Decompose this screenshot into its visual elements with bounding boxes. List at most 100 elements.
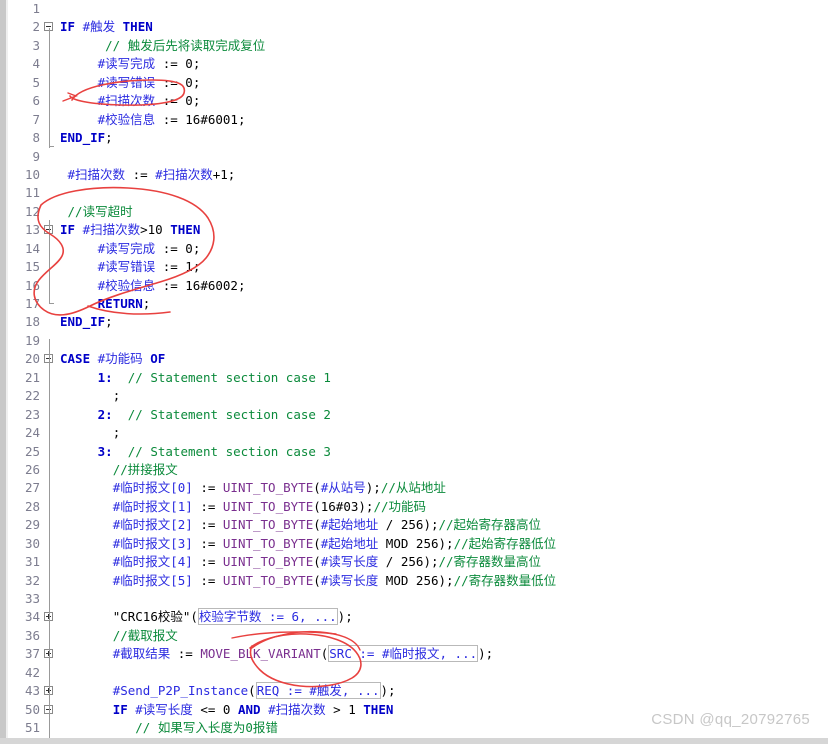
code-line[interactable]: 11 xyxy=(8,184,828,202)
token-op: MOD xyxy=(378,535,416,551)
token-num: 16#03 xyxy=(320,498,359,514)
token-op: := xyxy=(192,554,223,570)
token-cmt: //从站地址 xyxy=(380,480,446,496)
token-op: ; xyxy=(105,130,113,146)
code-line[interactable]: 1 xyxy=(8,0,828,18)
code-text: ; xyxy=(60,387,121,405)
token-op: := xyxy=(155,74,186,90)
token-op: ; xyxy=(192,240,201,256)
code-text: //截取报文 xyxy=(60,627,178,645)
token-op: := xyxy=(170,646,201,662)
token-kw: END_IF xyxy=(60,130,106,146)
code-line[interactable]: 29 #临时报文[2] := UINT_TO_BYTE(#起始地址 / 256)… xyxy=(8,516,828,534)
token-cmt: // Statement section case 2 xyxy=(127,406,331,422)
token-op: <= xyxy=(192,701,223,717)
line-number: 13 xyxy=(24,222,40,238)
call-parameter-box[interactable]: REQ := #触发, ... xyxy=(255,682,381,700)
code-line[interactable]: 18 END_IF; xyxy=(8,313,828,331)
line-number: 51 xyxy=(24,720,40,736)
token-var: #触发 xyxy=(82,19,116,35)
code-line[interactable]: 24 ; xyxy=(8,424,828,442)
code-line[interactable]: 3 // 触发后先将读取完成复位 xyxy=(8,37,828,55)
token-fn: UINT_TO_BYTE xyxy=(222,480,314,496)
line-number: 7 xyxy=(32,111,40,127)
call-parameter-box[interactable]: SRC := #临时报文, ... xyxy=(328,645,479,663)
code-line[interactable]: 4 #读写完成 := 0; xyxy=(8,55,828,73)
token-op: ); xyxy=(380,683,396,699)
code-line[interactable]: 42 xyxy=(8,664,828,682)
token-var: #临时报文[0] xyxy=(112,480,193,496)
token-kw: CASE xyxy=(60,351,91,367)
token-cmt: //起始寄存器低位 xyxy=(453,535,557,551)
line-number: 43 xyxy=(24,683,40,699)
token-op: ; xyxy=(112,425,121,441)
code-line[interactable]: 16 #校验信息 := 16#6002; xyxy=(8,277,828,295)
token-cmt: // 触发后先将读取完成复位 xyxy=(105,37,266,53)
line-number: 27 xyxy=(24,480,40,496)
line-number: 11 xyxy=(24,185,40,201)
line-number: 37 xyxy=(24,646,40,662)
code-line[interactable]: 6 #扫描次数 := 0; xyxy=(8,92,828,110)
code-line[interactable]: 36 //截取报文 xyxy=(8,627,828,645)
token-var: #临时报文[3] xyxy=(112,535,193,551)
code-line[interactable]: 13 IF #扫描次数>10 THEN xyxy=(8,221,828,239)
token-cmt: //截取报文 xyxy=(112,627,178,643)
token-op: ); xyxy=(365,480,381,496)
code-line[interactable]: 22 ; xyxy=(8,387,828,405)
code-line[interactable]: 25 3: // Statement section case 3 xyxy=(8,443,828,461)
code-editor-window[interactable]: 1 2 IF #触发 THEN 3 // 触发后先将读取完成复位 4 #读写完成 := … xyxy=(0,0,828,744)
token-op: ; xyxy=(192,74,201,90)
code-line[interactable]: 33 xyxy=(8,590,828,608)
code-text: 2: // Statement section case 2 xyxy=(60,406,331,424)
code-line[interactable]: 20 CASE #功能码 OF xyxy=(8,350,828,368)
code-lines-container[interactable]: 1 2 IF #触发 THEN 3 // 触发后先将读取完成复位 4 #读写完成 := … xyxy=(8,0,828,744)
token-op: ; xyxy=(142,296,151,311)
token-kw: RETURN xyxy=(97,296,143,311)
code-line[interactable]: 37 #截取结果 := MOVE_BLK_VARIANT(SRC := #临时报… xyxy=(8,645,828,663)
code-line[interactable]: 32 #临时报文[5] := UINT_TO_BYTE(#读写长度 MOD 25… xyxy=(8,572,828,590)
token-num: 10 xyxy=(147,222,163,238)
code-line[interactable]: 17 RETURN; xyxy=(8,295,828,313)
code-line[interactable]: 10 #扫描次数 := #扫描次数+1; xyxy=(8,166,828,184)
token-op: ; xyxy=(192,56,201,72)
call-parameter-box[interactable]: 校验字节数 := 6, ... xyxy=(197,608,338,626)
code-line[interactable]: 43 #Send_P2P_Instance(REQ := #触发, ...); xyxy=(8,682,828,700)
code-line[interactable]: 15 #读写错误 := 1; xyxy=(8,258,828,276)
token-op: ( xyxy=(313,554,321,570)
fold-guide-line-if-1 xyxy=(49,28,50,148)
code-line[interactable]: 31 #临时报文[4] := UINT_TO_BYTE(#读写长度 / 256)… xyxy=(8,553,828,571)
token-kw: 2: xyxy=(97,406,113,422)
code-line[interactable]: 34 "CRC16校验"(校验字节数 := 6, ...); xyxy=(8,608,828,626)
line-number: 15 xyxy=(24,259,40,275)
code-line[interactable]: 23 2: // Statement section case 2 xyxy=(8,406,828,424)
token-op: ; xyxy=(192,93,201,109)
code-line[interactable]: 12 //读写超时 xyxy=(8,203,828,221)
token-op: := xyxy=(155,277,186,293)
code-line[interactable]: 2 IF #触发 THEN xyxy=(8,18,828,36)
token-num: 256 xyxy=(400,554,424,570)
token-var: #截取结果 xyxy=(112,646,171,662)
line-number: 17 xyxy=(24,296,40,311)
line-number: 31 xyxy=(24,554,40,570)
code-line[interactable]: 26 //拼接报文 xyxy=(8,461,828,479)
code-line[interactable]: 7 #校验信息 := 16#6001; xyxy=(8,111,828,129)
code-line[interactable]: 19 xyxy=(8,332,828,350)
code-text: #Send_P2P_Instance(REQ := #触发, ...); xyxy=(60,682,396,700)
code-line[interactable]: 9 xyxy=(8,148,828,166)
code-line[interactable]: 27 #临时报文[0] := UINT_TO_BYTE(#从站号);//从站地址 xyxy=(8,479,828,497)
line-number: 32 xyxy=(24,572,40,588)
code-line[interactable]: 8 END_IF; xyxy=(8,129,828,147)
code-line[interactable]: 14 #读写完成 := 0; xyxy=(8,240,828,258)
token-op: ); xyxy=(423,554,439,570)
code-line[interactable]: 30 #临时报文[3] := UINT_TO_BYTE(#起始地址 MOD 25… xyxy=(8,535,828,553)
token-op: := xyxy=(192,517,223,533)
code-line[interactable]: 28 #临时报文[1] := UINT_TO_BYTE(16#03);//功能码 xyxy=(8,498,828,516)
code-line[interactable]: 21 1: // Statement section case 1 xyxy=(8,369,828,387)
code-text: IF #扫描次数>10 THEN xyxy=(60,221,200,239)
code-text: // 触发后先将读取完成复位 xyxy=(60,37,265,55)
code-line[interactable]: 5 #读写错误 := 0; xyxy=(8,74,828,92)
